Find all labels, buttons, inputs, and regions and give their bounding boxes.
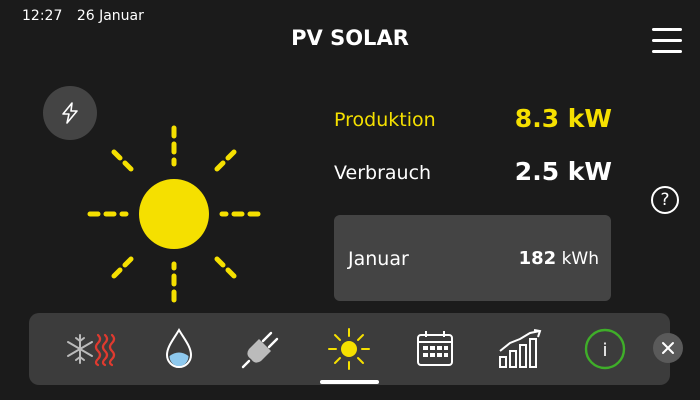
nav-heating-cooling[interactable] (57, 313, 127, 385)
power-plug-icon (241, 331, 279, 369)
status-time: 12:27 (22, 8, 63, 24)
month-amount: 182 (518, 248, 557, 269)
hamburger-menu-icon[interactable] (652, 28, 682, 54)
nav-info[interactable]: i (570, 313, 640, 385)
close-icon (662, 342, 674, 354)
production-label: Produktion (334, 109, 436, 131)
sun-icon (328, 328, 370, 370)
consumption-label: Verbrauch (334, 162, 432, 184)
help-icon[interactable]: ? (651, 186, 679, 214)
sun-illustration (87, 125, 261, 303)
month-summary-card[interactable]: Januar 182 kWh (334, 215, 611, 301)
water-drop-icon (165, 328, 193, 368)
status-date: 26 Januar (76, 8, 144, 24)
nav-water[interactable] (144, 313, 214, 385)
active-tab-indicator (320, 380, 379, 384)
nav-calendar[interactable] (400, 313, 470, 385)
production-value: 8.3 kW (514, 104, 612, 133)
month-name: Januar (348, 248, 409, 270)
info-icon: i (584, 328, 626, 370)
bottom-navigation: i (29, 313, 670, 385)
nav-solar[interactable] (314, 313, 384, 385)
heating-cooling-icon (67, 333, 116, 367)
nav-statistics[interactable] (485, 313, 555, 385)
lightning-bolt-icon (62, 102, 78, 124)
nav-power[interactable] (226, 313, 296, 385)
close-button[interactable] (653, 333, 683, 363)
calendar-icon (417, 331, 453, 366)
month-energy: 182 kWh (519, 248, 599, 269)
consumption-value: 2.5 kW (514, 157, 612, 186)
month-unit: kWh (561, 249, 599, 269)
bar-chart-icon (499, 329, 542, 368)
page-title: PV SOLAR (291, 26, 409, 50)
info-symbol: i (602, 340, 607, 361)
status-bar: 12:27 26 Januar (22, 8, 154, 24)
